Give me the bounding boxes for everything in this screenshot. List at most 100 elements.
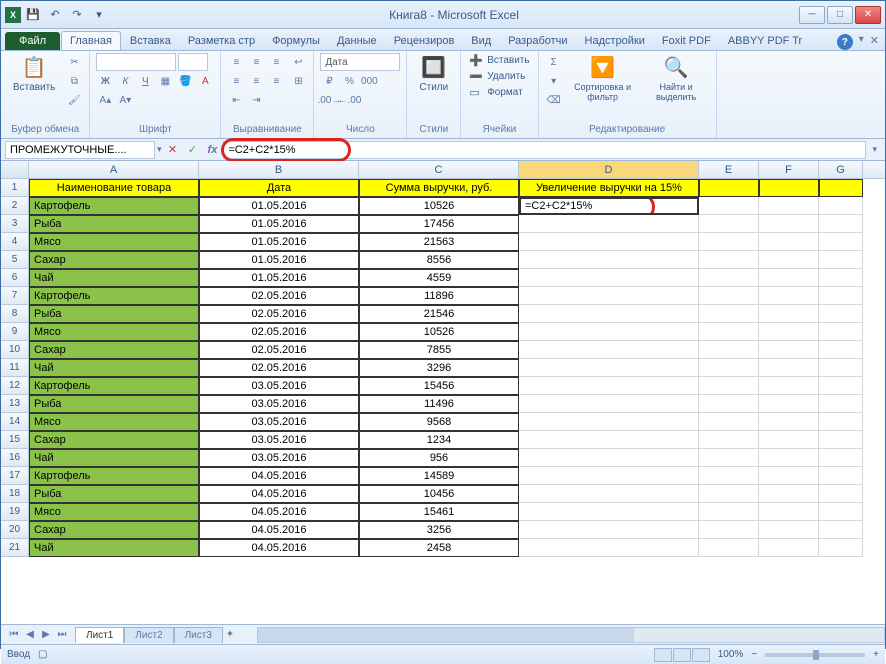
cell-G21[interactable] [819,539,863,557]
font-name-combo[interactable] [96,53,176,71]
zoom-slider[interactable] [765,653,865,657]
tab-review[interactable]: Рецензиров [386,32,463,50]
tab-file[interactable]: Файл [5,32,60,50]
macro-record-icon[interactable]: ▢ [38,649,47,660]
tab-developer[interactable]: Разработчи [500,32,575,50]
row-header-12[interactable]: 12 [1,377,29,395]
cell-B13[interactable]: 03.05.2016 [199,395,359,413]
cell-F16[interactable] [759,449,819,467]
cell-A8[interactable]: Рыба [29,305,199,323]
row-header-19[interactable]: 19 [1,503,29,521]
qat-redo-button[interactable]: ↷ [67,5,87,25]
cell-B16[interactable]: 03.05.2016 [199,449,359,467]
cell-D12[interactable] [519,377,699,395]
cell-C2[interactable]: 10526 [359,197,519,215]
col-header-C[interactable]: C [359,161,519,178]
row-header-17[interactable]: 17 [1,467,29,485]
tab-pagelayout[interactable]: Разметка стр [180,32,263,50]
cell-G16[interactable] [819,449,863,467]
cell-E17[interactable] [699,467,759,485]
sheet-nav-last[interactable]: ⏭ [55,628,69,642]
delete-cells-button[interactable]: ➖Удалить [467,69,531,84]
qat-save-button[interactable]: 💾 [23,5,43,25]
cell-B4[interactable]: 01.05.2016 [199,233,359,251]
sheet-tab-2[interactable]: Лист2 [124,627,173,643]
cell-D13[interactable] [519,395,699,413]
cell-D18[interactable] [519,485,699,503]
font-color-button[interactable]: A [196,72,214,90]
row-header-14[interactable]: 14 [1,413,29,431]
cell-D3[interactable] [519,215,699,233]
col-header-A[interactable]: A [29,161,199,178]
cell-A20[interactable]: Сахар [29,521,199,539]
cell-F12[interactable] [759,377,819,395]
cell-A1[interactable]: Наименование товара [29,179,199,197]
cell-C18[interactable]: 10456 [359,485,519,503]
mdi-close-icon[interactable]: ✕ [870,34,879,50]
cell-G17[interactable] [819,467,863,485]
cell-D15[interactable] [519,431,699,449]
row-header-6[interactable]: 6 [1,269,29,287]
cell-A17[interactable]: Картофель [29,467,199,485]
formula-confirm-button[interactable]: ✓ [184,141,202,159]
tab-data[interactable]: Данные [329,32,385,50]
cell-B5[interactable]: 01.05.2016 [199,251,359,269]
cell-A7[interactable]: Картофель [29,287,199,305]
cell-D20[interactable] [519,521,699,539]
cell-D6[interactable] [519,269,699,287]
cell-E3[interactable] [699,215,759,233]
col-header-E[interactable]: E [699,161,759,178]
indent-inc-button[interactable]: ⇥ [247,91,265,109]
cell-G2[interactable] [819,197,863,215]
tab-formulas[interactable]: Формулы [264,32,328,50]
cell-D2[interactable]: =C2+C2*15% [519,197,699,215]
cell-E18[interactable] [699,485,759,503]
col-header-F[interactable]: F [759,161,819,178]
minimize-ribbon-icon[interactable]: ▾ [859,34,864,50]
cell-F3[interactable] [759,215,819,233]
name-box-dropdown[interactable]: ▾ [157,144,162,155]
row-header-2[interactable]: 2 [1,197,29,215]
cell-G5[interactable] [819,251,863,269]
cell-G13[interactable] [819,395,863,413]
copy-button[interactable]: ⧉ [65,72,83,90]
cell-C13[interactable]: 11496 [359,395,519,413]
cell-E5[interactable] [699,251,759,269]
fill-button[interactable]: ▾ [545,72,563,90]
horizontal-scrollbar[interactable] [257,627,885,643]
tab-view[interactable]: Вид [463,32,499,50]
wrap-text-button[interactable]: ↩ [289,53,307,71]
align-top-button[interactable]: ≡ [227,53,245,71]
cell-A4[interactable]: Мясо [29,233,199,251]
cell-B19[interactable]: 04.05.2016 [199,503,359,521]
cell-C11[interactable]: 3296 [359,359,519,377]
view-pagelayout-button[interactable] [673,648,691,662]
cell-C14[interactable]: 9568 [359,413,519,431]
cell-E16[interactable] [699,449,759,467]
cell-F9[interactable] [759,323,819,341]
cell-A13[interactable]: Рыба [29,395,199,413]
sheet-tab-1[interactable]: Лист1 [75,627,124,643]
cell-B9[interactable]: 02.05.2016 [199,323,359,341]
cut-button[interactable]: ✂ [65,53,83,71]
format-cells-button[interactable]: ▭Формат [467,85,531,100]
cell-B2[interactable]: 01.05.2016 [199,197,359,215]
cell-A9[interactable]: Мясо [29,323,199,341]
cell-F20[interactable] [759,521,819,539]
cell-F4[interactable] [759,233,819,251]
cell-D5[interactable] [519,251,699,269]
cell-C17[interactable]: 14589 [359,467,519,485]
zoom-level[interactable]: 100% [718,649,744,660]
tab-abbyy[interactable]: ABBYY PDF Tr [720,32,810,50]
cell-F18[interactable] [759,485,819,503]
row-header-7[interactable]: 7 [1,287,29,305]
cell-C7[interactable]: 11896 [359,287,519,305]
cell-G8[interactable] [819,305,863,323]
cell-E13[interactable] [699,395,759,413]
cell-F14[interactable] [759,413,819,431]
cell-B10[interactable]: 02.05.2016 [199,341,359,359]
cell-D7[interactable] [519,287,699,305]
view-normal-button[interactable] [654,648,672,662]
cell-B21[interactable]: 04.05.2016 [199,539,359,557]
tab-foxit[interactable]: Foxit PDF [654,32,719,50]
